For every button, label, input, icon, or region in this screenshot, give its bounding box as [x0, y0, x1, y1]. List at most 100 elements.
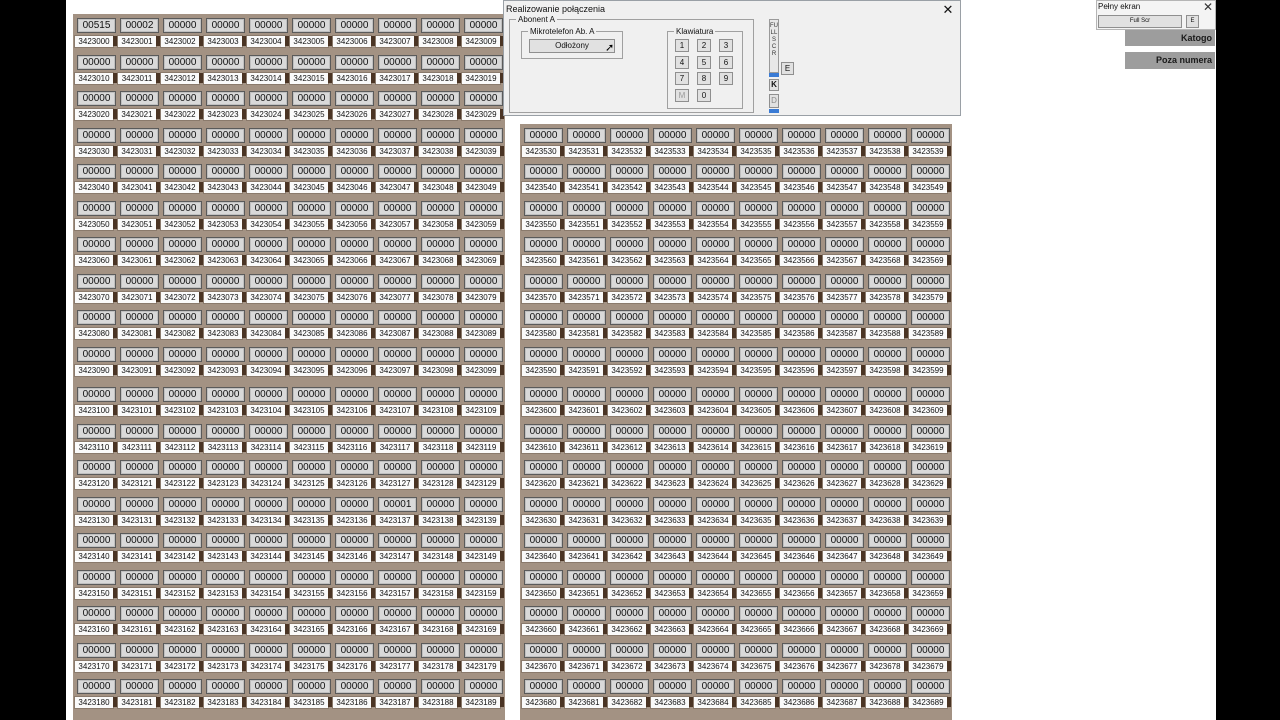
line-number[interactable]: 3423043 [203, 181, 243, 194]
line-number[interactable]: 3423530 [521, 144, 561, 158]
line-number[interactable]: 3423647 [822, 550, 862, 563]
line-number[interactable]: 3423561 [564, 254, 604, 267]
line-cell[interactable]: 00000 3423627 [822, 458, 865, 492]
line-plug[interactable] [947, 660, 951, 671]
line-number[interactable]: 3423185 [289, 696, 329, 709]
line-number[interactable]: 3423180 [74, 696, 114, 709]
line-cell[interactable]: 00000 3423169 [461, 604, 504, 638]
line-number[interactable]: 3423637 [822, 513, 862, 527]
line-number[interactable]: 3423116 [332, 440, 372, 454]
line-cell[interactable]: 00000 3423634 [693, 495, 736, 529]
line-cell[interactable]: 00000 3423092 [160, 345, 203, 379]
line-cell[interactable]: 00000 3423539 [908, 126, 951, 160]
line-cell[interactable]: 00000 3423188 [418, 677, 461, 711]
line-number[interactable]: 3423036 [332, 144, 372, 158]
line-cell[interactable]: 00000 3423565 [736, 235, 779, 269]
line-number[interactable]: 3423064 [246, 254, 286, 267]
line-plug[interactable] [947, 218, 951, 229]
line-cell[interactable]: 00000 3423580 [521, 308, 564, 342]
keypad-key-2[interactable]: 2 [697, 39, 711, 52]
line-number[interactable]: 3423543 [650, 181, 690, 194]
line-number[interactable]: 3423137 [375, 513, 415, 527]
line-number[interactable]: 3423614 [693, 440, 733, 454]
line-number[interactable]: 3423006 [332, 35, 372, 48]
line-cell[interactable]: 00000 3423621 [564, 458, 607, 492]
line-cell[interactable]: 00000 3423611 [564, 422, 607, 456]
line-cell[interactable]: 00000 3423143 [203, 531, 246, 565]
line-cell[interactable]: 00000 3423176 [332, 641, 375, 675]
line-cell[interactable]: 00000 3423548 [865, 162, 908, 196]
line-cell[interactable]: 00000 3423588 [865, 308, 908, 342]
line-cell[interactable]: 00000 3423006 [332, 16, 375, 50]
line-plug[interactable] [947, 697, 951, 707]
line-number[interactable]: 3423593 [650, 363, 690, 377]
line-cell[interactable]: 00000 3423689 [908, 677, 951, 711]
line-cell[interactable]: 00000 3423170 [74, 641, 117, 675]
line-cell[interactable]: 00000 3423178 [418, 641, 461, 675]
line-number[interactable]: 3423010 [74, 71, 114, 85]
line-number[interactable]: 3423129 [461, 477, 501, 490]
line-cell[interactable]: 00000 3423620 [521, 458, 564, 492]
line-number[interactable]: 3423649 [908, 550, 948, 563]
line-cell[interactable]: 00000 3423094 [246, 345, 289, 379]
line-cell[interactable]: 00000 3423174 [246, 641, 289, 675]
line-cell[interactable]: 00000 3423150 [74, 568, 117, 602]
line-cell[interactable]: 00000 3423061 [117, 235, 160, 269]
line-cell[interactable]: 00000 3423187 [375, 677, 418, 711]
line-number[interactable]: 3423120 [74, 477, 114, 490]
line-cell[interactable]: 00000 3423037 [375, 126, 418, 160]
line-plug[interactable] [947, 551, 951, 561]
line-cell[interactable]: 00000 3423014 [246, 53, 289, 87]
line-number[interactable]: 3423146 [332, 550, 372, 563]
line-cell[interactable]: 00000 3423083 [203, 308, 246, 342]
line-cell[interactable]: 00000 3423091 [117, 345, 160, 379]
line-number[interactable]: 3423556 [779, 217, 819, 231]
line-cell[interactable]: 00000 3423602 [607, 385, 650, 419]
line-number[interactable]: 3423669 [908, 623, 948, 636]
line-number[interactable]: 3423112 [160, 440, 200, 454]
line-number[interactable]: 3423587 [822, 327, 862, 340]
line-number[interactable]: 3423607 [822, 404, 862, 417]
line-cell[interactable]: 00000 3423148 [418, 531, 461, 565]
line-cell[interactable]: 00000 3423180 [74, 677, 117, 711]
line-number[interactable]: 3423096 [332, 363, 372, 377]
line-cell[interactable]: 00000 3423604 [693, 385, 736, 419]
line-cell[interactable]: 00000 3423074 [246, 272, 289, 306]
line-number[interactable]: 3423682 [607, 696, 647, 709]
line-cell[interactable]: 00000 3423118 [418, 422, 461, 456]
line-cell[interactable]: 00000 3423585 [736, 308, 779, 342]
line-cell[interactable]: 00000 3423542 [607, 162, 650, 196]
line-cell[interactable]: 00000 3423530 [521, 126, 564, 160]
line-number[interactable]: 3423681 [564, 696, 604, 709]
line-cell[interactable]: 00000 3423641 [564, 531, 607, 565]
line-number[interactable]: 3423078 [418, 290, 458, 304]
line-cell[interactable]: 00000 3423124 [246, 458, 289, 492]
line-cell[interactable]: 00000 3423626 [779, 458, 822, 492]
line-cell[interactable]: 00000 3423574 [693, 272, 736, 306]
line-cell[interactable]: 00000 3423660 [521, 604, 564, 638]
fullscr-vertical-button[interactable]: FULLSCR [769, 19, 779, 73]
line-number[interactable]: 3423596 [779, 363, 819, 377]
line-number[interactable]: 3423624 [693, 477, 733, 490]
line-plug[interactable] [500, 405, 504, 415]
line-number[interactable]: 3423554 [693, 217, 733, 231]
line-cell[interactable]: 00000 3423687 [822, 677, 865, 711]
line-cell[interactable]: 00000 3423600 [521, 385, 564, 419]
line-number[interactable]: 3423181 [117, 696, 157, 709]
line-cell[interactable]: 00001 3423137 [375, 495, 418, 529]
line-number[interactable]: 3423183 [203, 696, 243, 709]
line-cell[interactable]: 00000 3423625 [736, 458, 779, 492]
line-number[interactable]: 3423132 [160, 513, 200, 527]
keypad-key-7[interactable]: 7 [675, 72, 689, 85]
line-number[interactable]: 3423176 [332, 659, 372, 673]
line-number[interactable]: 3423688 [865, 696, 905, 709]
line-number[interactable]: 3423053 [203, 217, 243, 231]
line-number[interactable]: 3423122 [160, 477, 200, 490]
line-cell[interactable]: 00000 3423128 [418, 458, 461, 492]
line-number[interactable]: 3423545 [736, 181, 776, 194]
line-cell[interactable]: 00000 3423051 [117, 199, 160, 233]
line-cell[interactable]: 00000 3423117 [375, 422, 418, 456]
line-number[interactable]: 3423130 [74, 513, 114, 527]
line-number[interactable]: 3423124 [246, 477, 286, 490]
line-number[interactable]: 3423662 [607, 623, 647, 636]
